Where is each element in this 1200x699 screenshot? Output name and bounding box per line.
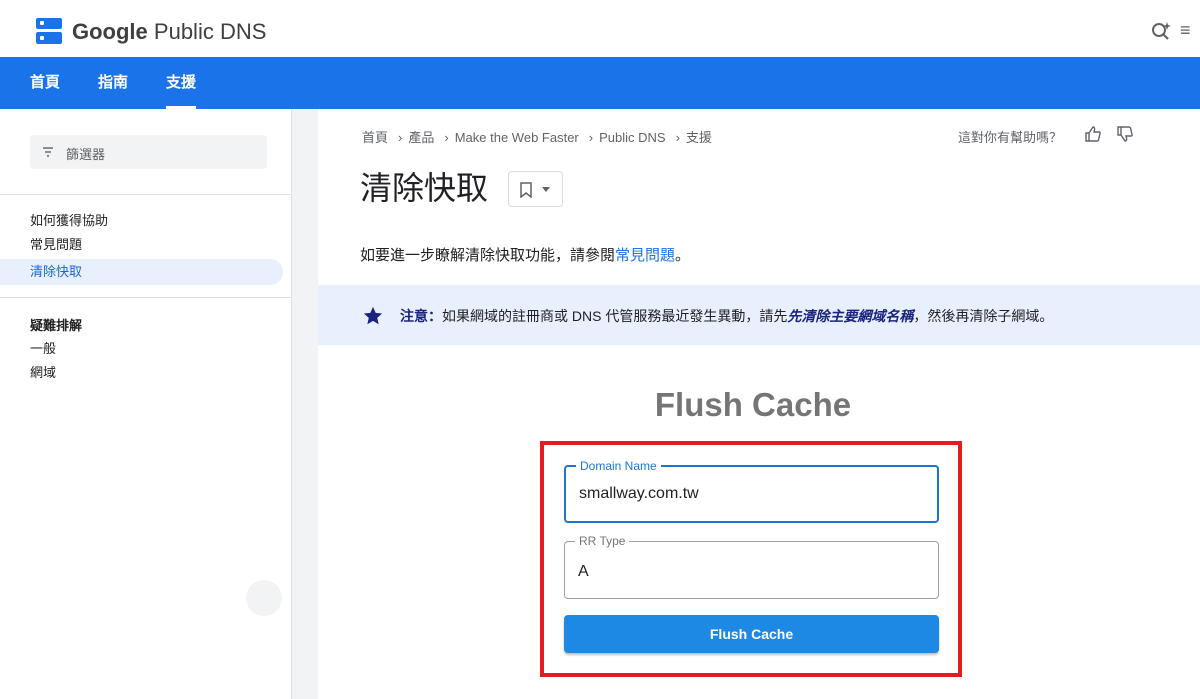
search-icon[interactable]: [1150, 19, 1174, 43]
breadcrumb-support[interactable]: 支援: [686, 130, 712, 145]
sidebar-item-get-help[interactable]: 如何獲得協助: [30, 212, 108, 230]
content-gutter: [292, 109, 318, 699]
faq-link[interactable]: 常見問題: [615, 247, 675, 264]
filter-placeholder: 篩選器: [66, 147, 106, 162]
tab-support[interactable]: 支援: [166, 57, 197, 109]
domain-name-label: Domain Name: [576, 459, 661, 473]
notice-emphasis: 先清除主要網域名稱: [787, 308, 914, 324]
sidebar-heading-troubleshooting[interactable]: 疑難排解: [30, 315, 82, 334]
chevron-right-icon: ›: [444, 130, 449, 145]
filter-icon: [43, 147, 53, 157]
rr-type-value: A: [578, 563, 589, 580]
sidebar-item-domains[interactable]: 網域: [30, 364, 56, 382]
star-icon: [363, 306, 383, 325]
google-public-dns-logo-icon[interactable]: [36, 18, 62, 44]
notice-text: 注意：如果網域的註冊商或 DNS 代管服務最近發生異動，請先先清除主要網域名稱，…: [400, 306, 1053, 326]
breadcrumb-home[interactable]: 首頁: [362, 130, 388, 145]
filter-input[interactable]: 篩選器: [30, 135, 267, 169]
main-nav: 首頁 指南 支援: [0, 57, 1200, 109]
sidebar-item-faq[interactable]: 常見問題: [30, 236, 82, 254]
chevron-right-icon: ›: [398, 130, 403, 145]
domain-name-value: smallway.com.tw: [579, 485, 699, 502]
intro-text: 如要進一步瞭解清除快取功能，請參閱常見問題。: [360, 244, 690, 265]
brand-name[interactable]: Google Public DNS: [72, 19, 266, 45]
caret-down-icon: [542, 187, 550, 192]
thumb-up-icon[interactable]: [1083, 124, 1103, 144]
sidebar-divider: [0, 194, 292, 195]
intro-suffix: 。: [675, 247, 691, 264]
tab-home[interactable]: 首頁: [30, 57, 60, 109]
breadcrumb-products[interactable]: 產品: [408, 130, 434, 145]
chevron-right-icon: ›: [675, 130, 680, 145]
bookmark-button[interactable]: [508, 171, 563, 207]
sidebar-item-flush-cache[interactable]: 清除快取: [0, 259, 283, 285]
breadcrumb: 首頁 › 產品 › Make the Web Faster › Public DNS › 支援: [362, 127, 716, 146]
tab-guides[interactable]: 指南: [98, 57, 128, 109]
flush-cache-title: Flush Cache: [654, 386, 852, 423]
breadcrumb-public-dns[interactable]: Public DNS: [599, 130, 665, 145]
intro-prefix: 如要進一步瞭解清除快取功能，請參閱: [360, 247, 616, 264]
helpful-prompt: 這對你有幫助嗎？: [958, 130, 1063, 145]
domain-name-field[interactable]: Domain Name smallway.com.tw: [564, 459, 939, 523]
sidebar-divider: [0, 297, 292, 298]
search-overflow-icon: ≡: [1180, 20, 1191, 40]
sidebar-collapse-button[interactable]: [246, 580, 282, 616]
flush-cache-button[interactable]: Flush Cache: [564, 615, 939, 653]
sidebar: 篩選器 如何獲得協助 常見問題 清除快取 疑難排解 一般 網域: [0, 109, 292, 699]
chevron-right-icon: ›: [588, 130, 594, 145]
notice-body-after: ，然後再清除子網域。: [913, 308, 1054, 324]
brand-product: Public DNS: [153, 19, 267, 44]
sidebar-item-general[interactable]: 一般: [30, 340, 56, 358]
notice-label: 注意：: [400, 308, 442, 324]
brand-google: Google: [72, 19, 148, 44]
rr-type-field[interactable]: RR Type A: [564, 534, 939, 599]
top-header: Google Public DNS ≡: [0, 0, 1200, 57]
breadcrumb-make-web-faster[interactable]: Make the Web Faster: [455, 130, 579, 145]
notice-body-before: 如果網域的註冊商或 DNS 代管服務最近發生異動，請先: [442, 308, 788, 324]
rr-type-label: RR Type: [575, 534, 630, 548]
page-title: 清除快取: [360, 170, 489, 206]
bookmark-icon: [520, 182, 532, 198]
thumb-down-icon[interactable]: [1115, 124, 1135, 144]
